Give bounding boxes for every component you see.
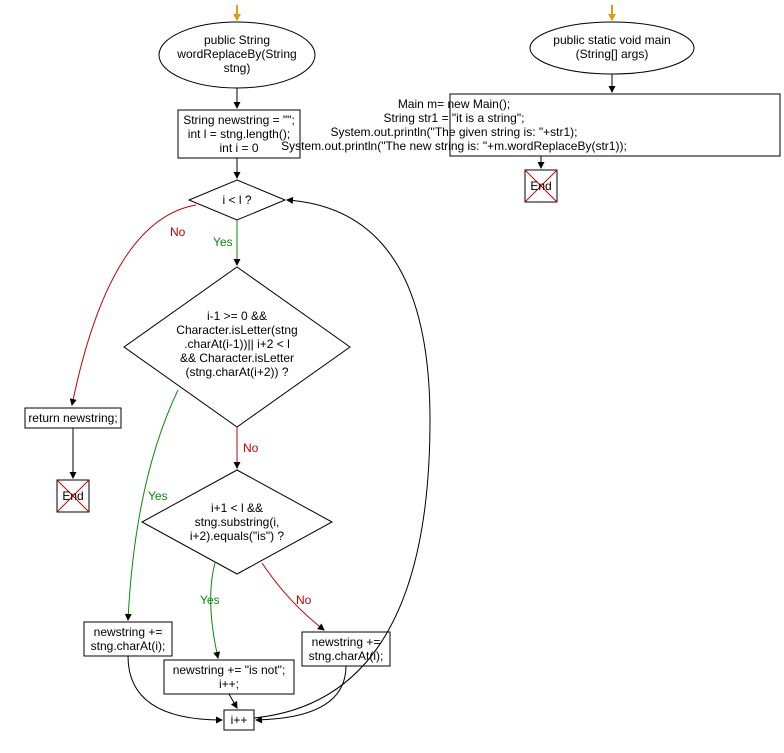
end-text-right: End (530, 179, 551, 193)
cond2-l3: .charAt(i-1))|| i+2 < l (184, 337, 290, 351)
start-text-l1: public String (204, 33, 270, 47)
return-text: return newstring; (28, 411, 117, 425)
body-l3: System.out.println("The given string is:… (331, 125, 578, 139)
body-l2: String str1 = "it is a string"; (384, 111, 525, 125)
label-cond1-yes: Yes (213, 235, 233, 249)
start-text-l2: wordReplaceBy(String (176, 47, 296, 61)
box-yes3-l2: i++; (219, 677, 239, 691)
cond1-text: i < l ? (222, 193, 251, 207)
box-yes3-l1: newstring += "is not"; (173, 663, 286, 677)
start-right-l1: public static void main (553, 33, 670, 47)
edge-cond2-yes (128, 390, 178, 620)
box-yes2-l2: stng.charAt(i); (91, 639, 166, 653)
edge-cond3-yes (211, 563, 218, 658)
cond2-l4: && Character.isLetter (180, 351, 294, 365)
incr-text: i++ (231, 713, 248, 727)
cond3-l1: i+1 < l && (211, 501, 263, 515)
end-text-left: End (62, 489, 83, 503)
init-l3: int i = 0 (219, 141, 258, 155)
cond2-l2: Character.isLetter(stng (176, 323, 297, 337)
edge-cond3-no (262, 563, 324, 630)
edge-boxyes3-incr (229, 694, 237, 708)
cond3-l3: i+2).equals("is") ? (190, 529, 285, 543)
body-l1: Main m= new Main(); (398, 97, 510, 111)
start-text-l3: stng) (224, 61, 251, 75)
box-no3-l1: newstring += (312, 635, 381, 649)
cond2-l1: i-1 >= 0 && (207, 309, 267, 323)
init-l1: String newstring = ""; (183, 113, 295, 127)
box-yes2-l1: newstring += (94, 625, 163, 639)
box-no3-l2: stng.charAt(i); (309, 649, 384, 663)
label-cond3-no: No (296, 593, 312, 607)
label-cond2-no: No (243, 441, 259, 455)
start-right-l2: (String[] args) (576, 47, 649, 61)
label-cond2-yes: Yes (148, 489, 168, 503)
init-l2: int l = stng.length(); (188, 127, 290, 141)
body-l4: System.out.println("The new string is: "… (281, 139, 627, 153)
label-cond3-yes: Yes (200, 593, 220, 607)
cond2-l5: (stng.charAt(i+2)) ? (185, 365, 288, 379)
label-cond1-no: No (170, 225, 186, 239)
cond3-l2: stng.substring(i, (195, 515, 280, 529)
